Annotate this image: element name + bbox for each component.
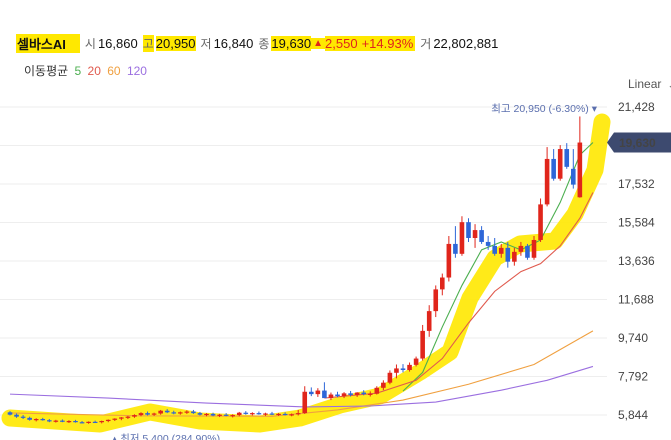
candle <box>387 370 393 385</box>
ma-20-line <box>324 192 594 399</box>
candle <box>309 387 314 397</box>
candle <box>577 116 583 198</box>
price-chart[interactable]: 21,42819,48017,53215,58413,63611,6889,74… <box>0 0 671 440</box>
candle <box>564 143 570 169</box>
y-tick-label: 17,532 <box>618 177 655 191</box>
candle <box>551 149 556 181</box>
candle <box>426 305 432 337</box>
highlight-stroke <box>1 113 611 433</box>
y-tick-label: 7,792 <box>618 370 648 384</box>
candle <box>322 382 327 399</box>
candle <box>243 411 249 415</box>
candle <box>440 273 445 296</box>
candle <box>538 198 543 242</box>
candle <box>433 285 439 318</box>
candle <box>557 145 563 181</box>
y-tick-label: 13,636 <box>618 254 655 268</box>
candle <box>472 224 478 248</box>
candle <box>446 236 452 282</box>
y-tick-label: 11,688 <box>618 293 654 307</box>
candle <box>256 411 262 415</box>
current-price-label: 19,630 <box>619 136 656 150</box>
candle <box>544 147 550 207</box>
candle <box>479 226 484 244</box>
candle <box>459 216 465 256</box>
candle <box>466 218 471 242</box>
candle <box>223 413 229 417</box>
candle <box>420 324 425 361</box>
y-tick-label: 9,740 <box>618 331 648 345</box>
candle <box>492 237 497 256</box>
y-tick-label: 21,428 <box>618 100 655 114</box>
candle <box>571 149 576 189</box>
candle <box>400 364 406 373</box>
candle <box>453 226 458 258</box>
candle <box>525 243 530 260</box>
min-annotation: ▴ 최저 5,400 (284.90%) <box>112 433 220 440</box>
y-tick-label: 5,844 <box>618 408 648 422</box>
ma-60-line <box>9 330 594 417</box>
max-annotation: 최고 20,950 (-6.30%) ▾ <box>491 103 597 115</box>
candle <box>315 388 321 397</box>
candle <box>302 386 308 414</box>
y-tick-label: 15,584 <box>618 216 655 230</box>
